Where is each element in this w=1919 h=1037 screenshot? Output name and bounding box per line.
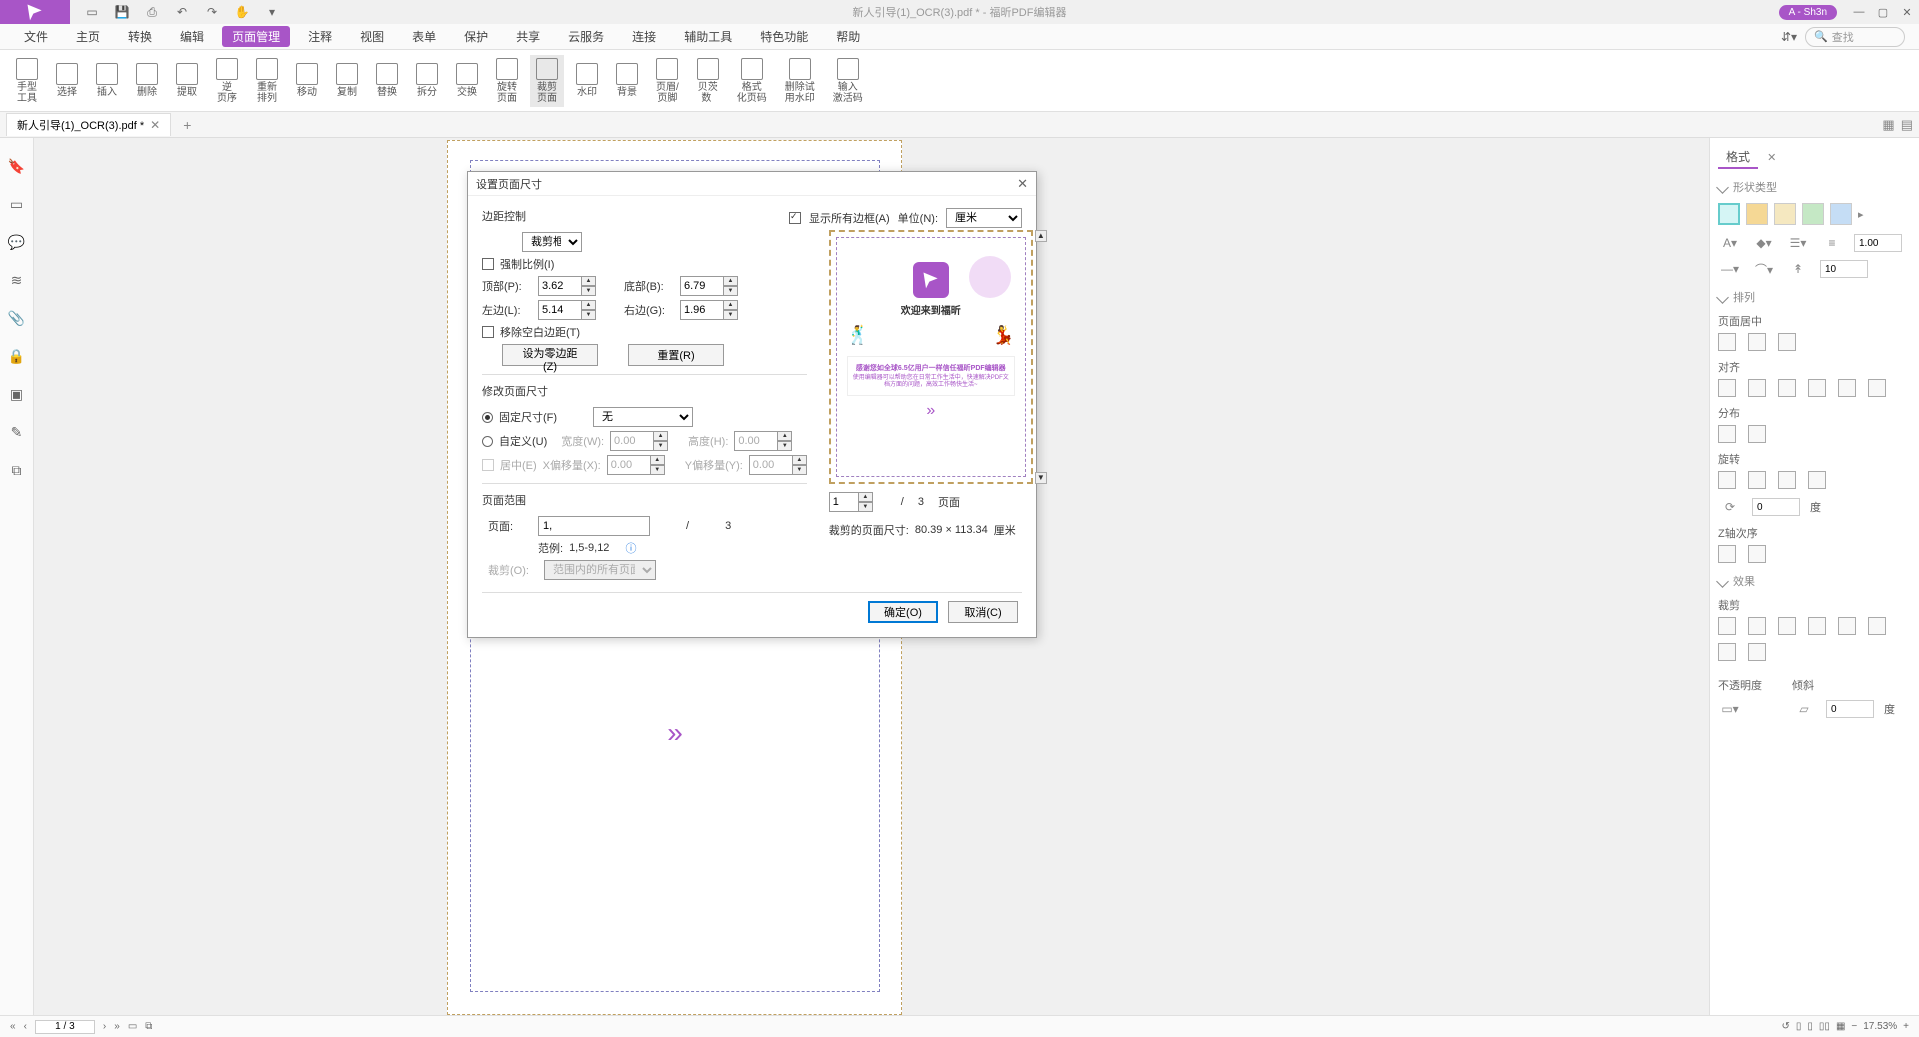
preview-figure-left-icon: 🕺 <box>847 325 869 346</box>
preview-page-spinner[interactable]: ▲▼ <box>829 492 887 512</box>
preview-text-1: 感谢您如全球6.5亿用户一样信任福昕PDF编辑器 <box>852 363 1010 373</box>
page-range-input[interactable] <box>538 516 650 536</box>
width-spinner: ▲▼ <box>610 431 668 451</box>
fixed-size-radio[interactable] <box>482 412 493 423</box>
dialog-title: 设置页面尺寸 <box>476 176 542 192</box>
ok-button[interactable]: 确定(O) <box>868 601 938 623</box>
dialog-close-button[interactable]: ✕ <box>1017 176 1028 192</box>
preview-app-logo-icon <box>913 262 949 298</box>
unit-select[interactable]: 厘米 <box>946 208 1022 228</box>
info-icon[interactable]: ⓘ <box>625 540 636 556</box>
preview-text-2: 使用编辑器可以帮助您在日常工作生活中，快速解决PDF文档方面的问题，高效工作畅快… <box>852 375 1010 389</box>
crop-preview: 欢迎来到福昕 🕺 💃 感谢您如全球6.5亿用户一样信任福昕PDF编辑器 使用编辑… <box>829 230 1033 484</box>
modify-size-title: 修改页面尺寸 <box>482 383 807 399</box>
page-size-dialog: 设置页面尺寸 ✕ 显示所有边框(A) 单位(N): 厘米 边距控制 裁剪框 强制… <box>467 171 1037 638</box>
custom-radio[interactable] <box>482 436 493 447</box>
xoffset-spinner: ▲▼ <box>607 455 665 475</box>
fixed-size-select[interactable]: 无 <box>593 407 693 427</box>
center-checkbox <box>482 459 494 471</box>
cancel-button[interactable]: 取消(C) <box>948 601 1018 623</box>
page-range-title: 页面范围 <box>482 492 807 508</box>
preview-scrollbar[interactable]: ▲ ▼ <box>1035 230 1047 484</box>
top-spinner[interactable]: ▲▼ <box>538 276 596 296</box>
margin-control-title: 边距控制 <box>482 208 807 224</box>
reset-button[interactable]: 重置(R) <box>628 344 724 366</box>
bottom-spinner[interactable]: ▲▼ <box>680 276 738 296</box>
show-all-boxes-checkbox[interactable] <box>789 212 801 224</box>
force-ratio-checkbox[interactable] <box>482 258 494 270</box>
left-spinner[interactable]: ▲▼ <box>538 300 596 320</box>
crop-select: 范围内的所有页面 <box>544 560 656 580</box>
crop-box-select[interactable]: 裁剪框 <box>522 232 582 252</box>
preview-welcome-text: 欢迎来到福昕 <box>901 302 961 317</box>
height-spinner: ▲▼ <box>734 431 792 451</box>
unit-label: 单位(N): <box>898 210 938 226</box>
preview-chevron-down-icon: » <box>926 402 935 420</box>
dialog-overlay: 设置页面尺寸 ✕ 显示所有边框(A) 单位(N): 厘米 边距控制 裁剪框 强制… <box>0 0 1919 1037</box>
yoffset-spinner: ▲▼ <box>749 455 807 475</box>
show-all-boxes-label: 显示所有边框(A) <box>809 210 890 226</box>
zero-margin-button[interactable]: 设为零边距(Z) <box>502 344 598 366</box>
remove-blank-checkbox[interactable] <box>482 326 494 338</box>
preview-figure-right-icon: 💃 <box>992 325 1014 346</box>
dialog-title-bar[interactable]: 设置页面尺寸 ✕ <box>468 172 1036 196</box>
right-spinner[interactable]: ▲▼ <box>680 300 738 320</box>
dialog-top-right: 显示所有边框(A) 单位(N): 厘米 <box>789 208 1022 228</box>
